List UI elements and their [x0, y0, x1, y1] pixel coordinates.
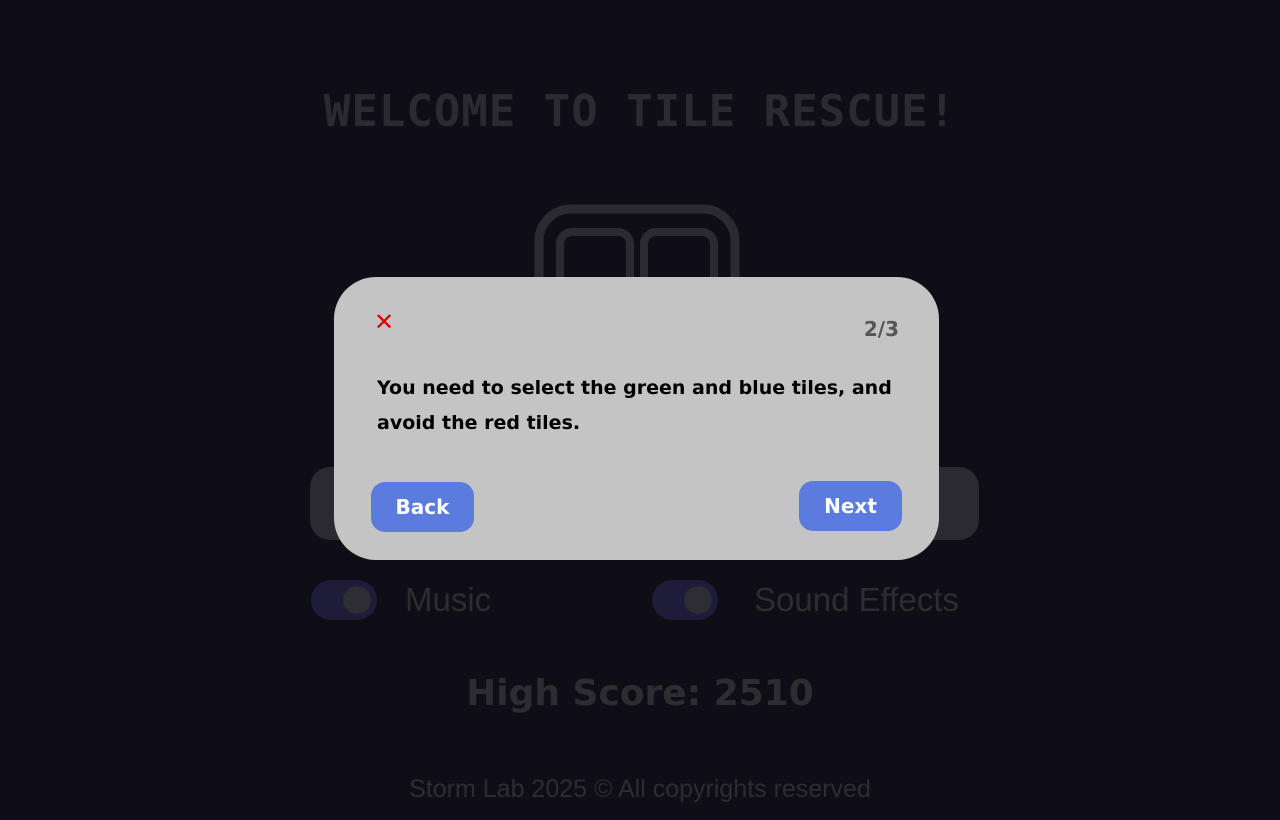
close-icon[interactable]: ✕: [372, 307, 396, 337]
music-toggle[interactable]: [311, 580, 377, 620]
tutorial-dialog: ✕ 2/3 You need to select the green and b…: [334, 277, 939, 560]
copyright-footer: Storm Lab 2025 © All copyrights reserved: [409, 775, 871, 803]
step-counter: 2/3: [863, 317, 899, 341]
high-score: High Score: 2510: [466, 673, 814, 714]
tile-logo-icon: [534, 204, 740, 284]
back-button[interactable]: Back: [371, 482, 474, 532]
game-screen: WELCOME TO TILE RESCUE! Music Sound Effe…: [0, 0, 1280, 820]
next-button[interactable]: Next: [799, 481, 902, 531]
sound-effects-label: Sound Effects: [754, 581, 959, 618]
music-setting: Music: [311, 580, 491, 620]
sound-effects-toggle[interactable]: [652, 580, 718, 620]
game-title: WELCOME TO TILE RESCUE!: [323, 86, 957, 137]
toggle-knob: [343, 586, 371, 614]
toggle-knob: [684, 586, 712, 614]
tutorial-message: You need to select the green and blue ti…: [377, 377, 892, 434]
sound-effects-setting: Sound Effects: [652, 580, 959, 620]
music-label: Music: [405, 581, 492, 618]
